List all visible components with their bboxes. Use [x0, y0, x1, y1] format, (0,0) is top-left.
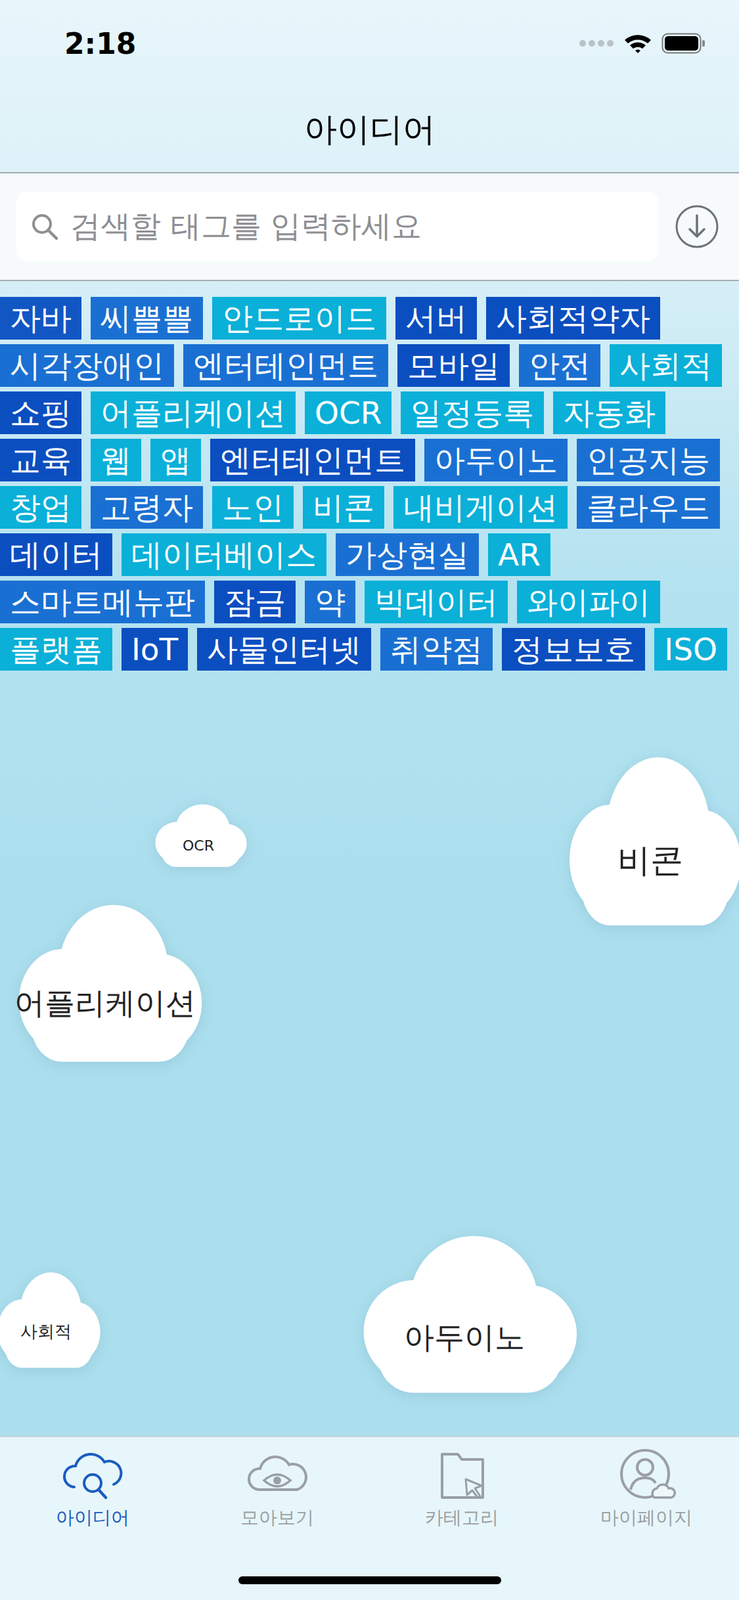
tag-chip[interactable]: 잠금	[214, 580, 296, 624]
tag-chip[interactable]: 클라우드	[576, 486, 720, 529]
tag-chip[interactable]: 빅데이터	[364, 580, 508, 624]
cloud-label: 어플리케이션	[14, 945, 196, 1025]
cloud-icon	[145, 799, 251, 874]
tag-chip[interactable]: 엔터테인먼트	[210, 438, 416, 482]
tag-chip[interactable]: 비콘	[302, 486, 385, 529]
tag-chip[interactable]: 모바일	[397, 344, 510, 387]
tag-chip[interactable]: 자바	[0, 296, 82, 340]
tag-chip[interactable]: 아두이노	[424, 438, 568, 482]
tab-item[interactable]: 아이디어	[0, 1446, 185, 1531]
tag-chip[interactable]: 데이터	[0, 533, 113, 577]
tag-chip[interactable]: 씨쁠쁠	[90, 296, 203, 340]
search-icon	[29, 211, 60, 242]
tag-chip[interactable]: 고령자	[90, 486, 203, 529]
tag-chip[interactable]: 서버	[395, 296, 477, 340]
tag-chip[interactable]: 취약점	[380, 627, 493, 671]
tag-chip[interactable]: 스마트메뉴판	[0, 580, 205, 624]
tag-cloud[interactable]: OCR	[145, 799, 251, 874]
tag-chip[interactable]: 자동화	[553, 391, 666, 435]
tag-list: 자바씨쁠쁠안드로이드서버사회적약자시각장애인엔터테인먼트모바일안전사회적쇼핑어플…	[0, 281, 739, 671]
tag-chip[interactable]: 사회적	[609, 344, 722, 387]
profile-cloud-icon	[613, 1446, 680, 1503]
tag-chip[interactable]: 일정등록	[400, 391, 544, 435]
tag-chip[interactable]: 사물인터넷	[197, 627, 372, 671]
tag-cloud[interactable]: 사회적	[0, 1265, 106, 1377]
cloud-label: 사회적	[20, 1298, 72, 1343]
cloud-label: 비콘	[617, 803, 684, 883]
status-bar: 2:18	[0, 0, 739, 87]
tag-chip[interactable]: 플랫폼	[0, 627, 113, 671]
wifi-icon	[623, 32, 653, 55]
tag-chip[interactable]: 안드로이드	[212, 296, 387, 340]
tab-item[interactable]: 모아보기	[184, 1446, 370, 1531]
cloud-label: 아두이노	[403, 1273, 525, 1358]
tag-chip[interactable]: OCR	[304, 391, 392, 435]
tag-chip[interactable]: ISO	[654, 627, 728, 671]
tag-chip[interactable]: 와이파이	[516, 580, 661, 624]
tag-chip[interactable]: 가상현실	[335, 533, 479, 577]
tag-chip[interactable]: 엔터테인먼트	[183, 344, 389, 387]
tag-chip[interactable]: 웹	[90, 438, 142, 482]
tag-chip[interactable]: 정보보호	[501, 627, 646, 671]
tab-label: 모아보기	[240, 1505, 314, 1531]
status-icons	[578, 32, 707, 55]
tag-chip[interactable]: 안전	[518, 344, 601, 387]
tab-item[interactable]: 카테고리	[369, 1446, 555, 1531]
tag-cloud[interactable]: 비콘	[551, 744, 739, 942]
cloud-icon	[341, 1223, 587, 1408]
battery-icon	[661, 32, 707, 54]
tag-cloud[interactable]: 아두이노	[341, 1223, 587, 1408]
tab-list: 아이디어 모아보기 카테고리 마이페이지	[0, 1437, 739, 1531]
tag-chip[interactable]: 노인	[212, 486, 294, 529]
tag-chip[interactable]: 교육	[0, 438, 82, 482]
cloud-eye-icon	[244, 1446, 311, 1503]
status-time: 2:18	[64, 26, 136, 61]
download-icon[interactable]	[674, 204, 720, 249]
cloud-icon	[0, 1265, 106, 1377]
nav-bar: 아이디어	[0, 86, 739, 174]
tag-cloud[interactable]: 어플리케이션	[0, 892, 211, 1077]
tag-chip[interactable]: 창업	[0, 486, 82, 529]
tag-chip[interactable]: 내비게이션	[393, 486, 568, 529]
tag-chip[interactable]: 약	[304, 580, 356, 624]
search-field[interactable]: 검색할 태그를 입력하세요	[16, 191, 659, 262]
tag-chip[interactable]: 인공지능	[576, 438, 720, 482]
tab-item[interactable]: 마이페이지	[554, 1446, 739, 1531]
signal-icon	[578, 38, 615, 48]
idea-screen: 2:18아이디어검색할 태그를 입력하세요자바씨쁠쁠안드로이드서버사회적약자시각…	[0, 0, 739, 1600]
tag-chip[interactable]: AR	[488, 533, 551, 577]
cloud-canvas: OCR 비콘어플리케이션사회적 아두이노	[0, 670, 739, 1436]
tag-chip[interactable]: 시각장애인	[0, 344, 175, 387]
cloud-search-icon	[59, 1446, 126, 1503]
cloud-label: OCR	[182, 818, 215, 854]
home-indicator	[238, 1576, 502, 1585]
tab-label: 아이디어	[55, 1505, 130, 1531]
tag-chip[interactable]: 앱	[150, 438, 202, 482]
tag-chip[interactable]: IoT	[121, 627, 188, 671]
folder-cursor-icon	[428, 1446, 495, 1503]
tag-chip[interactable]: 데이터베이스	[121, 533, 327, 577]
cloud-icon	[0, 892, 211, 1077]
tab-label: 카테고리	[425, 1505, 499, 1531]
nav-title: 아이디어	[304, 107, 436, 152]
search-placeholder: 검색할 태그를 입력하세요	[70, 206, 422, 247]
tag-chip[interactable]: 쇼핑	[0, 391, 82, 435]
tab-bar: 아이디어 모아보기 카테고리 마이페이지	[0, 1435, 739, 1600]
search-bar: 검색할 태그를 입력하세요	[0, 173, 739, 282]
tag-chip[interactable]: 어플리케이션	[90, 391, 296, 435]
tab-label: 마이페이지	[600, 1505, 693, 1531]
tag-chip[interactable]: 사회적약자	[486, 296, 661, 340]
